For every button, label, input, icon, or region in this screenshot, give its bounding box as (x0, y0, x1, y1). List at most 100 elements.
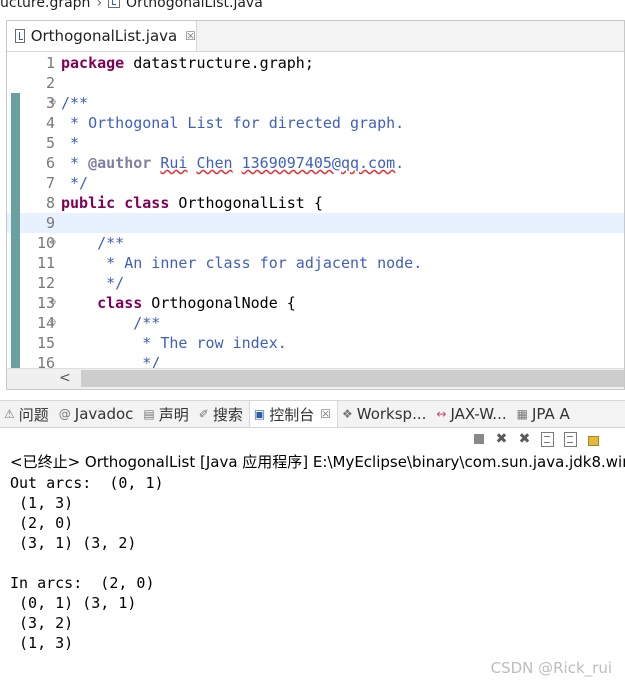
clear-console-button[interactable] (539, 431, 556, 448)
pin-console-button[interactable] (585, 431, 602, 448)
scroll-left-icon[interactable]: < (59, 370, 71, 386)
close-icon[interactable]: ☒ (320, 407, 331, 421)
tab-label: Javadoc (74, 405, 134, 423)
code-text: * The row index. (61, 333, 287, 353)
console-line: In arcs: (2, 0) (10, 574, 155, 592)
code-token: class (124, 194, 170, 212)
code-line[interactable]: 5 * (7, 133, 624, 153)
terminate-button[interactable] (470, 431, 487, 448)
code-token: /** (61, 314, 161, 332)
scroll-lock-button[interactable] (562, 431, 579, 448)
remove-all-button[interactable]: ✖ (516, 431, 533, 448)
code-line[interactable]: 16 */ (7, 353, 624, 369)
code-text: * Orthogonal List for directed graph. (61, 113, 404, 133)
fold-toggle-icon[interactable]: ⊖ (50, 293, 56, 313)
clear-console-icon (541, 431, 554, 447)
fold-toggle-icon[interactable]: ⊖ (50, 93, 56, 113)
tab-workspace[interactable]: ❖ Worksp... (338, 401, 432, 427)
console-output: Out arcs: (0, 1) (1, 3) (2, 0) (3, 1) (3… (10, 473, 164, 653)
line-number: 12 (36, 274, 55, 292)
line-number: 6 (45, 154, 55, 172)
tab-jpa[interactable]: ▦ JPA A (513, 401, 576, 427)
code-token: @author (88, 154, 152, 172)
code-token: * The row index. (61, 334, 287, 352)
code-text: * (61, 133, 79, 153)
change-marker (11, 113, 20, 133)
code-line[interactable]: 13 ⊖ class OrthogonalNode { (7, 293, 624, 313)
tab-problems[interactable]: ⚠ 问题 (0, 401, 55, 427)
console-status: <已终止> OrthogonalList [Java 应用程序] E:\MyEc… (10, 453, 625, 471)
code-token: . (395, 154, 405, 172)
workspace-icon: ❖ (341, 407, 353, 421)
line-number: 15 (36, 334, 55, 352)
change-marker (11, 273, 20, 293)
code-line[interactable]: 1 package datastructure.graph; (7, 53, 624, 73)
problems-icon: ⚠ (4, 407, 15, 421)
line-number: 16 (36, 354, 55, 369)
code-line[interactable]: 2 (7, 73, 624, 93)
code-line[interactable]: 3 ⊖/** (7, 93, 624, 113)
tab-label: Worksp... (356, 405, 427, 423)
tab-jax-ws[interactable]: ↔ JAX-W... (432, 401, 512, 427)
code-token: * An inner class for adjacent node. (61, 254, 423, 272)
change-marker (11, 333, 20, 353)
breadcrumb-file[interactable]: OrthogonalList.java (126, 0, 263, 11)
java-file-icon (108, 0, 121, 8)
close-icon[interactable]: ☒ (185, 29, 196, 43)
code-line[interactable]: 12 */ (7, 273, 624, 293)
code-token: package (61, 54, 125, 72)
search-icon: ✐ (198, 407, 209, 421)
code-line[interactable]: 11 * An inner class for adjacent node. (7, 253, 624, 273)
tab-javadoc[interactable]: @ Javadoc (55, 401, 140, 427)
code-area[interactable]: 1 package datastructure.graph; 2 3 ⊖/** 4 * O… (7, 51, 624, 369)
code-line[interactable]: 14 ⊖ /** (7, 313, 624, 333)
code-text: /** (61, 93, 88, 113)
console-line: (1, 3) (10, 634, 74, 652)
code-line[interactable]: 9 (7, 213, 624, 233)
fold-toggle-icon[interactable]: ⊖ (50, 233, 56, 253)
scrollbar-thumb[interactable] (81, 370, 624, 387)
code-text: */ (61, 353, 160, 369)
console-icon: ▣ (253, 407, 266, 421)
code-token: */ (61, 354, 161, 369)
code-line[interactable]: 10 ⊖ /** (7, 233, 624, 253)
code-text: * @author Rui Chen 1369097405@qq.com. (61, 153, 404, 173)
change-marker (11, 133, 20, 153)
breadcrumb-package[interactable]: ucture.graph (0, 0, 90, 11)
tab-search[interactable]: ✐ 搜索 (195, 401, 249, 427)
tab-label: JPA A (531, 405, 570, 423)
remove-launch-button[interactable]: ✖ (493, 431, 510, 448)
change-marker (11, 313, 20, 333)
breadcrumb-chevron-icon: › (96, 0, 103, 11)
tab-console[interactable]: ▣ 控制台 ☒ (248, 401, 338, 427)
code-text: */ (61, 173, 88, 193)
change-marker (11, 173, 20, 193)
jpa-icon: ▦ (516, 407, 528, 421)
line-number: 11 (36, 254, 55, 272)
code-text: /** (61, 233, 124, 253)
javadoc-icon: @ (58, 407, 71, 421)
code-token: Chen (196, 154, 233, 172)
code-token: * (61, 154, 89, 172)
tab-label: 控制台 (269, 405, 315, 424)
fold-toggle-icon[interactable]: ⊖ (50, 313, 56, 333)
horizontal-scrollbar[interactable]: < (7, 368, 624, 389)
code-line[interactable]: 15 * The row index. (7, 333, 624, 353)
console-line: Out arcs: (0, 1) (10, 474, 164, 492)
code-token: /** (61, 234, 125, 252)
code-text: * An inner class for adjacent node. (61, 253, 422, 273)
code-editor[interactable]: OrthogonalList.java ☒ 1 package datastruc… (6, 20, 625, 390)
tab-declaration[interactable]: ▤ 声明 (139, 401, 194, 427)
code-line[interactable]: 8 public class OrthogonalList { (7, 193, 624, 213)
code-token: * (61, 134, 80, 152)
editor-tab-orthogonallist[interactable]: OrthogonalList.java ☒ (7, 21, 197, 51)
scroll-lock-icon (564, 431, 577, 447)
code-line[interactable]: 7 */ (7, 173, 624, 193)
code-line[interactable]: 4 * Orthogonal List for directed graph. (7, 113, 624, 133)
panel-tabbar: ⚠ 问题 @ Javadoc ▤ 声明 ✐ 搜索 ▣ 控制台 ☒ ❖ Worksp... ↔ JAX-W..… (0, 400, 625, 428)
code-line[interactable]: 6 * @author Rui Chen 1369097405@qq.com. (7, 153, 624, 173)
line-number: 9 (45, 214, 55, 232)
